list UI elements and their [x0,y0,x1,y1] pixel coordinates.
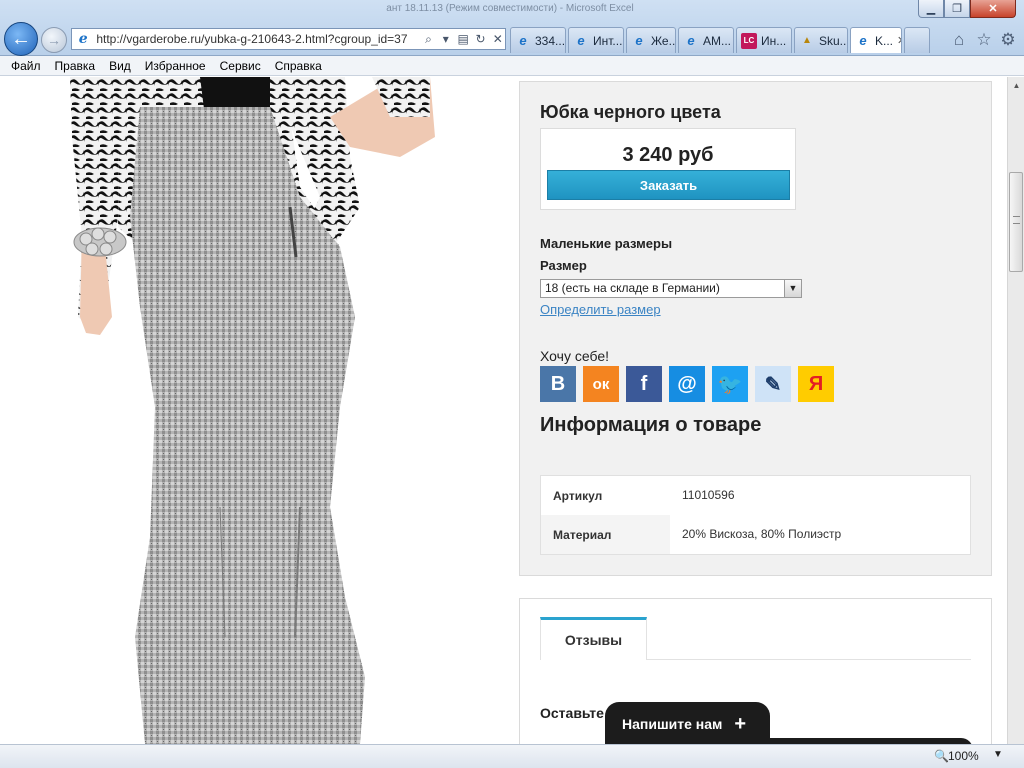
status-bar: 🔍 100% ▼ [0,744,1024,768]
browser-tab[interactable]: e AM... [678,27,734,53]
ie-page-icon: e [78,31,88,47]
menu-view[interactable]: Вид [102,59,138,73]
size-label: Размер [540,258,587,273]
table-row: Материал 20% Вискоза, 80% Полиэстр [541,515,970,554]
address-bar[interactable]: e http://vgarderobe.ru/yubka-g-210643-2.… [71,28,506,50]
browser-titlebar: ант 18.11.13 (Режим совместимости) - Mic… [0,0,1024,56]
back-button[interactable]: ← [4,22,38,56]
tab-label: 334... [535,33,566,48]
menu-file[interactable]: Файл [4,59,48,73]
product-title: Юбка черного цвета [540,102,721,122]
ie-icon: e [519,33,527,48]
odnoklassniki-share-icon[interactable]: ок [583,366,619,402]
specs-table: Артикул 11010596 Материал 20% Вискоза, 8… [540,475,971,555]
product-photo [70,77,435,744]
zoom-level[interactable]: 100% [948,749,979,763]
tab-label: K... [875,33,894,48]
stop-icon[interactable]: ✕ [491,31,505,47]
search-icon[interactable]: ⌕ [421,31,435,47]
browser-tab[interactable]: ▲ Sku... [794,27,848,53]
yandex-share-icon[interactable]: Я [798,366,834,402]
product-info-heading: Информация о товаре [540,414,762,436]
gear-icon[interactable]: ⚙ [997,29,1019,51]
write-us-button[interactable]: Напишите нам + [605,702,770,744]
menu-bar: Файл Правка Вид Избранное Сервис Справка [0,56,1024,76]
size-guide-link[interactable]: Определить размер [540,302,661,317]
browser-tab[interactable]: LC Ин... [736,27,792,53]
spec-value: 11010596 [682,488,735,502]
spec-key: Материал [553,527,612,542]
browser-tab[interactable]: e K...✕ [850,27,902,53]
ie-icon: e [635,33,643,48]
menu-favorites[interactable]: Избранное [138,59,213,73]
tab-label: AM... [703,33,732,48]
price-box: 3 240 руб Заказать [540,128,796,210]
url-input[interactable]: http://vgarderobe.ru/yubka-g-210643-2.ht… [96,32,418,46]
social-share-row: Вок f @ 🐦 ✎ Я [540,366,841,402]
browser-tab[interactable]: e 334... [510,27,566,53]
chevron-down-icon[interactable]: ▼ [784,280,801,297]
product-info-panel: Юбка черного цвета 3 240 руб Заказать Ма… [519,81,992,576]
ie-icon: e [859,33,867,48]
browser-tab[interactable]: e Инт... [568,27,624,53]
spec-value: 20% Вискоза, 80% Полиэстр [670,515,970,554]
site-icon: ▲ [802,35,812,46]
home-icon[interactable]: ⌂ [948,29,970,51]
scroll-up-arrow-icon[interactable]: ▲ [1008,77,1024,94]
close-tab-icon[interactable]: ✕ [897,34,901,47]
menu-tools[interactable]: Сервис [213,59,268,73]
chevron-down-icon[interactable]: ▾ [439,31,453,47]
ie-icon: e [577,33,585,48]
refresh-icon[interactable]: ↻ [473,31,487,47]
share-label: Хочу себе! [540,348,610,364]
livejournal-share-icon[interactable]: ✎ [755,366,791,402]
tab-reviews[interactable]: Отзывы [540,617,647,660]
size-select[interactable]: 18 (есть на складе в Германии) ▼ [540,279,802,298]
tab-divider [647,659,971,660]
order-button[interactable]: Заказать [547,170,790,200]
plus-icon: + [734,712,747,735]
zoom-icon[interactable]: 🔍 [934,749,949,763]
window-title: ант 18.11.13 (Режим совместимости) - Mic… [386,3,634,14]
tab-strip: e 334... e Инт... e Же... e AM... LC Ин... ▲ Sku...… [510,27,930,53]
menu-help[interactable]: Справка [268,59,329,73]
tab-label: Инт... [593,33,623,48]
menu-edit[interactable]: Правка [48,59,103,73]
minimize-button[interactable]: ▁ [918,0,944,18]
favorites-star-icon[interactable]: ☆ [973,29,995,51]
forward-button[interactable]: → [41,27,67,53]
maximize-button[interactable]: ❐ [944,0,970,18]
new-tab-button[interactable] [904,27,930,53]
twitter-share-icon[interactable]: 🐦 [712,366,748,402]
chevron-down-icon[interactable]: ▼ [993,749,1003,760]
product-price: 3 240 руб [622,144,714,166]
scroll-grip-icon [1013,216,1020,224]
tab-label: Ин... [761,33,787,48]
ie-icon: e [687,33,695,48]
lc-logo-icon: LC [741,32,757,49]
tab-label: Же... [651,33,676,48]
page-viewport: Юбка черного цвета 3 240 руб Заказать Ма… [0,77,1007,744]
table-row: Артикул 11010596 [541,476,970,515]
compatibility-view-icon[interactable]: ▤ [456,31,470,47]
leave-review-label: Оставьте [540,705,604,721]
browser-tab[interactable]: e Же... [626,27,676,53]
size-group-label: Маленькие размеры [540,236,673,251]
write-us-label: Напишите нам [622,716,723,732]
vk-share-icon[interactable]: В [540,366,576,402]
mailru-share-icon[interactable]: @ [669,366,705,402]
spec-key: Артикул [553,488,603,503]
facebook-share-icon[interactable]: f [626,366,662,402]
chat-widget: Напишите нам + [605,702,973,744]
tab-label: Sku... [819,33,848,48]
scroll-thumb[interactable] [1009,172,1023,272]
close-window-button[interactable]: ✕ [970,0,1016,18]
size-select-value: 18 (есть на складе в Германии) [545,281,720,295]
vertical-scrollbar[interactable]: ▲ [1007,77,1024,744]
